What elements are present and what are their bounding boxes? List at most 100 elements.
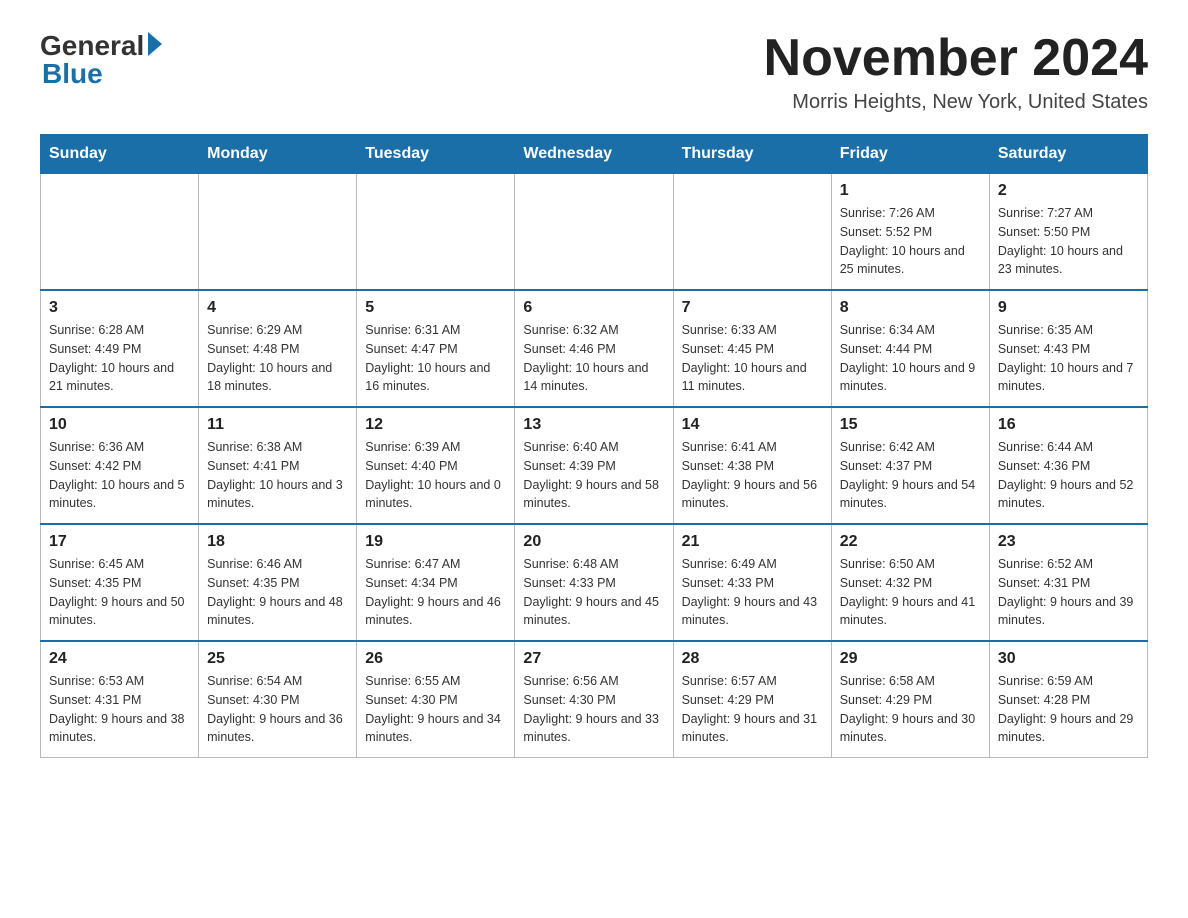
calendar-cell: 30 Sunrise: 6:59 AMSunset: 4:28 PMDayligh… xyxy=(989,641,1147,758)
col-header-sunday: Sunday xyxy=(41,135,199,174)
day-info: Sunrise: 6:47 AMSunset: 4:34 PMDaylight:… xyxy=(365,555,506,630)
col-header-monday: Monday xyxy=(199,135,357,174)
calendar-cell: 5Sunrise: 6:31 AMSunset: 4:47 PMDaylight… xyxy=(357,290,515,407)
calendar-table: SundayMondayTuesdayWednesdayThursdayFrid… xyxy=(40,134,1148,758)
week-row-3: 10Sunrise: 6:36 AMSunset: 4:42 PMDayligh… xyxy=(41,407,1148,524)
col-header-thursday: Thursday xyxy=(673,135,831,174)
calendar-cell: 19 Sunrise: 6:47 AMSunset: 4:34 PMDayligh… xyxy=(357,524,515,641)
day-number: 28 xyxy=(682,650,823,668)
week-row-4: 17 Sunrise: 6:45 AMSunset: 4:35 PMDayligh… xyxy=(41,524,1148,641)
day-number: 29 xyxy=(840,650,981,668)
day-number: 24 xyxy=(49,650,190,668)
day-info: Sunrise: 6:54 AMSunset: 4:30 PMDaylight:… xyxy=(207,672,348,747)
calendar-cell: 29Sunrise: 6:58 AMSunset: 4:29 PMDayligh… xyxy=(831,641,989,758)
day-info: Sunrise: 6:34 AMSunset: 4:44 PMDaylight:… xyxy=(840,321,981,396)
day-info: Sunrise: 6:40 AMSunset: 4:39 PMDaylight:… xyxy=(523,438,664,513)
week-row-2: 3 Sunrise: 6:28 AMSunset: 4:49 PMDaylight… xyxy=(41,290,1148,407)
day-info: Sunrise: 6:41 AMSunset: 4:38 PMDaylight:… xyxy=(682,438,823,513)
day-number: 23 xyxy=(998,533,1139,551)
day-number: 18 xyxy=(207,533,348,551)
calendar-cell xyxy=(673,174,831,291)
day-info: Sunrise: 6:42 AMSunset: 4:37 PMDaylight:… xyxy=(840,438,981,513)
day-info: Sunrise: 6:45 AMSunset: 4:35 PMDaylight:… xyxy=(49,555,190,630)
day-info: Sunrise: 6:39 AMSunset: 4:40 PMDaylight:… xyxy=(365,438,506,513)
day-number: 3 xyxy=(49,299,190,317)
day-number: 7 xyxy=(682,299,823,317)
calendar-cell: 10Sunrise: 6:36 AMSunset: 4:42 PMDayligh… xyxy=(41,407,199,524)
day-number: 13 xyxy=(523,416,664,434)
day-number: 15 xyxy=(840,416,981,434)
day-number: 9 xyxy=(998,299,1139,317)
calendar-cell: 14 Sunrise: 6:41 AMSunset: 4:38 PMDayligh… xyxy=(673,407,831,524)
calendar-cell xyxy=(357,174,515,291)
day-number: 12 xyxy=(365,416,506,434)
col-header-tuesday: Tuesday xyxy=(357,135,515,174)
calendar-cell: 7Sunrise: 6:33 AMSunset: 4:45 PMDaylight… xyxy=(673,290,831,407)
day-number: 30 xyxy=(998,650,1139,668)
page-header: General Blue November 2024 Morris Height… xyxy=(40,30,1148,114)
day-info: Sunrise: 6:36 AMSunset: 4:42 PMDaylight:… xyxy=(49,438,190,513)
calendar-cell: 27 Sunrise: 6:56 AMSunset: 4:30 PMDayligh… xyxy=(515,641,673,758)
day-info: Sunrise: 6:57 AMSunset: 4:29 PMDaylight:… xyxy=(682,672,823,747)
day-number: 11 xyxy=(207,416,348,434)
day-number: 2 xyxy=(998,182,1139,200)
day-info: Sunrise: 6:28 AMSunset: 4:49 PMDaylight:… xyxy=(49,321,190,396)
day-info: Sunrise: 6:55 AMSunset: 4:30 PMDaylight:… xyxy=(365,672,506,747)
day-info: Sunrise: 6:48 AMSunset: 4:33 PMDaylight:… xyxy=(523,555,664,630)
col-header-wednesday: Wednesday xyxy=(515,135,673,174)
day-number: 6 xyxy=(523,299,664,317)
calendar-cell: 8 Sunrise: 6:34 AMSunset: 4:44 PMDaylight… xyxy=(831,290,989,407)
calendar-cell: 15 Sunrise: 6:42 AMSunset: 4:37 PMDayligh… xyxy=(831,407,989,524)
day-number: 5 xyxy=(365,299,506,317)
day-info: Sunrise: 6:49 AMSunset: 4:33 PMDaylight:… xyxy=(682,555,823,630)
calendar-cell: 20 Sunrise: 6:48 AMSunset: 4:33 PMDayligh… xyxy=(515,524,673,641)
calendar-cell: 4 Sunrise: 6:29 AMSunset: 4:48 PMDaylight… xyxy=(199,290,357,407)
day-number: 26 xyxy=(365,650,506,668)
day-number: 14 xyxy=(682,416,823,434)
day-info: Sunrise: 6:38 AMSunset: 4:41 PMDaylight:… xyxy=(207,438,348,513)
col-header-friday: Friday xyxy=(831,135,989,174)
title-area: November 2024 Morris Heights, New York, … xyxy=(764,30,1148,114)
day-number: 19 xyxy=(365,533,506,551)
calendar-cell: 12 Sunrise: 6:39 AMSunset: 4:40 PMDayligh… xyxy=(357,407,515,524)
day-number: 4 xyxy=(207,299,348,317)
calendar-cell: 28 Sunrise: 6:57 AMSunset: 4:29 PMDayligh… xyxy=(673,641,831,758)
day-number: 25 xyxy=(207,650,348,668)
calendar-cell: 1Sunrise: 7:26 AMSunset: 5:52 PMDaylight… xyxy=(831,174,989,291)
day-info: Sunrise: 6:59 AMSunset: 4:28 PMDaylight:… xyxy=(998,672,1139,747)
day-info: Sunrise: 6:56 AMSunset: 4:30 PMDaylight:… xyxy=(523,672,664,747)
calendar-cell: 24Sunrise: 6:53 AMSunset: 4:31 PMDayligh… xyxy=(41,641,199,758)
day-number: 16 xyxy=(998,416,1139,434)
calendar-cell xyxy=(515,174,673,291)
day-info: Sunrise: 6:52 AMSunset: 4:31 PMDaylight:… xyxy=(998,555,1139,630)
calendar-cell xyxy=(41,174,199,291)
day-info: Sunrise: 6:44 AMSunset: 4:36 PMDaylight:… xyxy=(998,438,1139,513)
day-info: Sunrise: 6:46 AMSunset: 4:35 PMDaylight:… xyxy=(207,555,348,630)
logo-blue-text: Blue xyxy=(42,58,103,90)
day-number: 22 xyxy=(840,533,981,551)
day-number: 17 xyxy=(49,533,190,551)
calendar-cell: 11 Sunrise: 6:38 AMSunset: 4:41 PMDayligh… xyxy=(199,407,357,524)
week-row-5: 24Sunrise: 6:53 AMSunset: 4:31 PMDayligh… xyxy=(41,641,1148,758)
day-number: 20 xyxy=(523,533,664,551)
day-info: Sunrise: 7:27 AMSunset: 5:50 PMDaylight:… xyxy=(998,204,1139,279)
calendar-cell: 23 Sunrise: 6:52 AMSunset: 4:31 PMDayligh… xyxy=(989,524,1147,641)
day-info: Sunrise: 6:29 AMSunset: 4:48 PMDaylight:… xyxy=(207,321,348,396)
calendar-cell: 21Sunrise: 6:49 AMSunset: 4:33 PMDayligh… xyxy=(673,524,831,641)
calendar-cell: 17 Sunrise: 6:45 AMSunset: 4:35 PMDayligh… xyxy=(41,524,199,641)
logo: General Blue xyxy=(40,30,162,90)
month-title: November 2024 xyxy=(764,30,1148,87)
day-info: Sunrise: 6:32 AMSunset: 4:46 PMDaylight:… xyxy=(523,321,664,396)
calendar-cell: 9Sunrise: 6:35 AMSunset: 4:43 PMDaylight… xyxy=(989,290,1147,407)
calendar-cell: 26 Sunrise: 6:55 AMSunset: 4:30 PMDayligh… xyxy=(357,641,515,758)
calendar-cell: 6 Sunrise: 6:32 AMSunset: 4:46 PMDaylight… xyxy=(515,290,673,407)
col-header-saturday: Saturday xyxy=(989,135,1147,174)
day-number: 27 xyxy=(523,650,664,668)
day-number: 1 xyxy=(840,182,981,200)
day-number: 8 xyxy=(840,299,981,317)
calendar-cell: 18 Sunrise: 6:46 AMSunset: 4:35 PMDayligh… xyxy=(199,524,357,641)
calendar-cell: 3 Sunrise: 6:28 AMSunset: 4:49 PMDaylight… xyxy=(41,290,199,407)
calendar-cell xyxy=(199,174,357,291)
day-info: Sunrise: 6:50 AMSunset: 4:32 PMDaylight:… xyxy=(840,555,981,630)
calendar-cell: 16 Sunrise: 6:44 AMSunset: 4:36 PMDayligh… xyxy=(989,407,1147,524)
